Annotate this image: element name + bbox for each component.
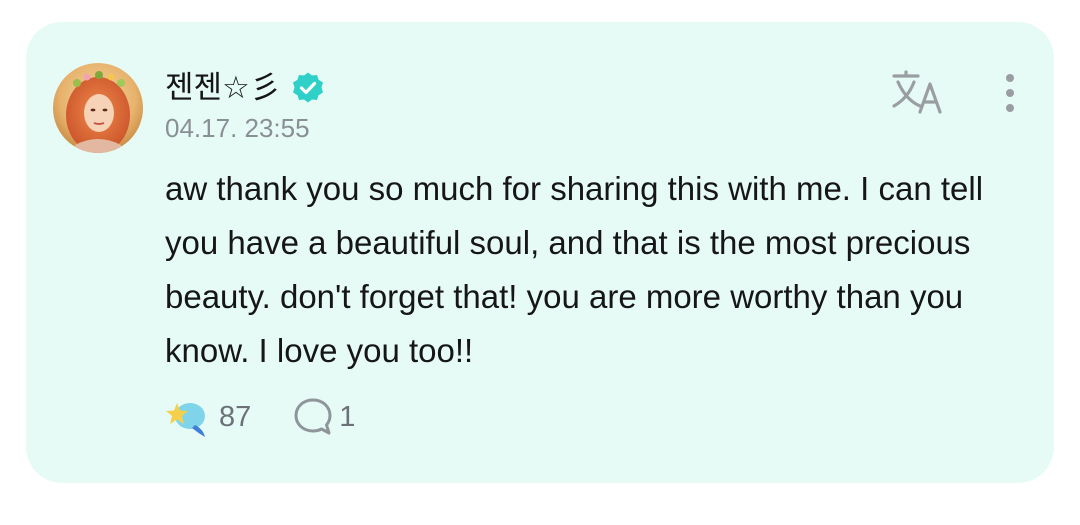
post-body: aw thank you so much for sharing this wi…: [165, 170, 984, 369]
author-row: 젠젠☆彡: [165, 68, 325, 108]
speech-bubble-icon: [294, 398, 332, 435]
comment-count: 1: [339, 400, 356, 433]
post-card: 젠젠☆彡 04.17. 23:55 aw thank you so much f…: [26, 22, 1054, 483]
avatar-image: [53, 63, 143, 153]
more-vertical-icon: [1006, 74, 1014, 112]
comment-button[interactable]: 1: [293, 397, 355, 437]
verified-check-icon: [292, 72, 323, 103]
post-timestamp: 04.17. 23:55: [165, 113, 310, 143]
star-bubble-icon: [166, 403, 205, 437]
reaction-count: 87: [219, 400, 252, 433]
translate-icon: [892, 70, 942, 114]
reaction-button[interactable]: 87: [165, 395, 251, 439]
author-name[interactable]: 젠젠☆彡: [165, 68, 281, 108]
post-actions: 87 1: [165, 396, 355, 438]
translate-button[interactable]: [890, 70, 946, 116]
more-options-button[interactable]: [996, 70, 1024, 116]
avatar[interactable]: [53, 63, 143, 153]
